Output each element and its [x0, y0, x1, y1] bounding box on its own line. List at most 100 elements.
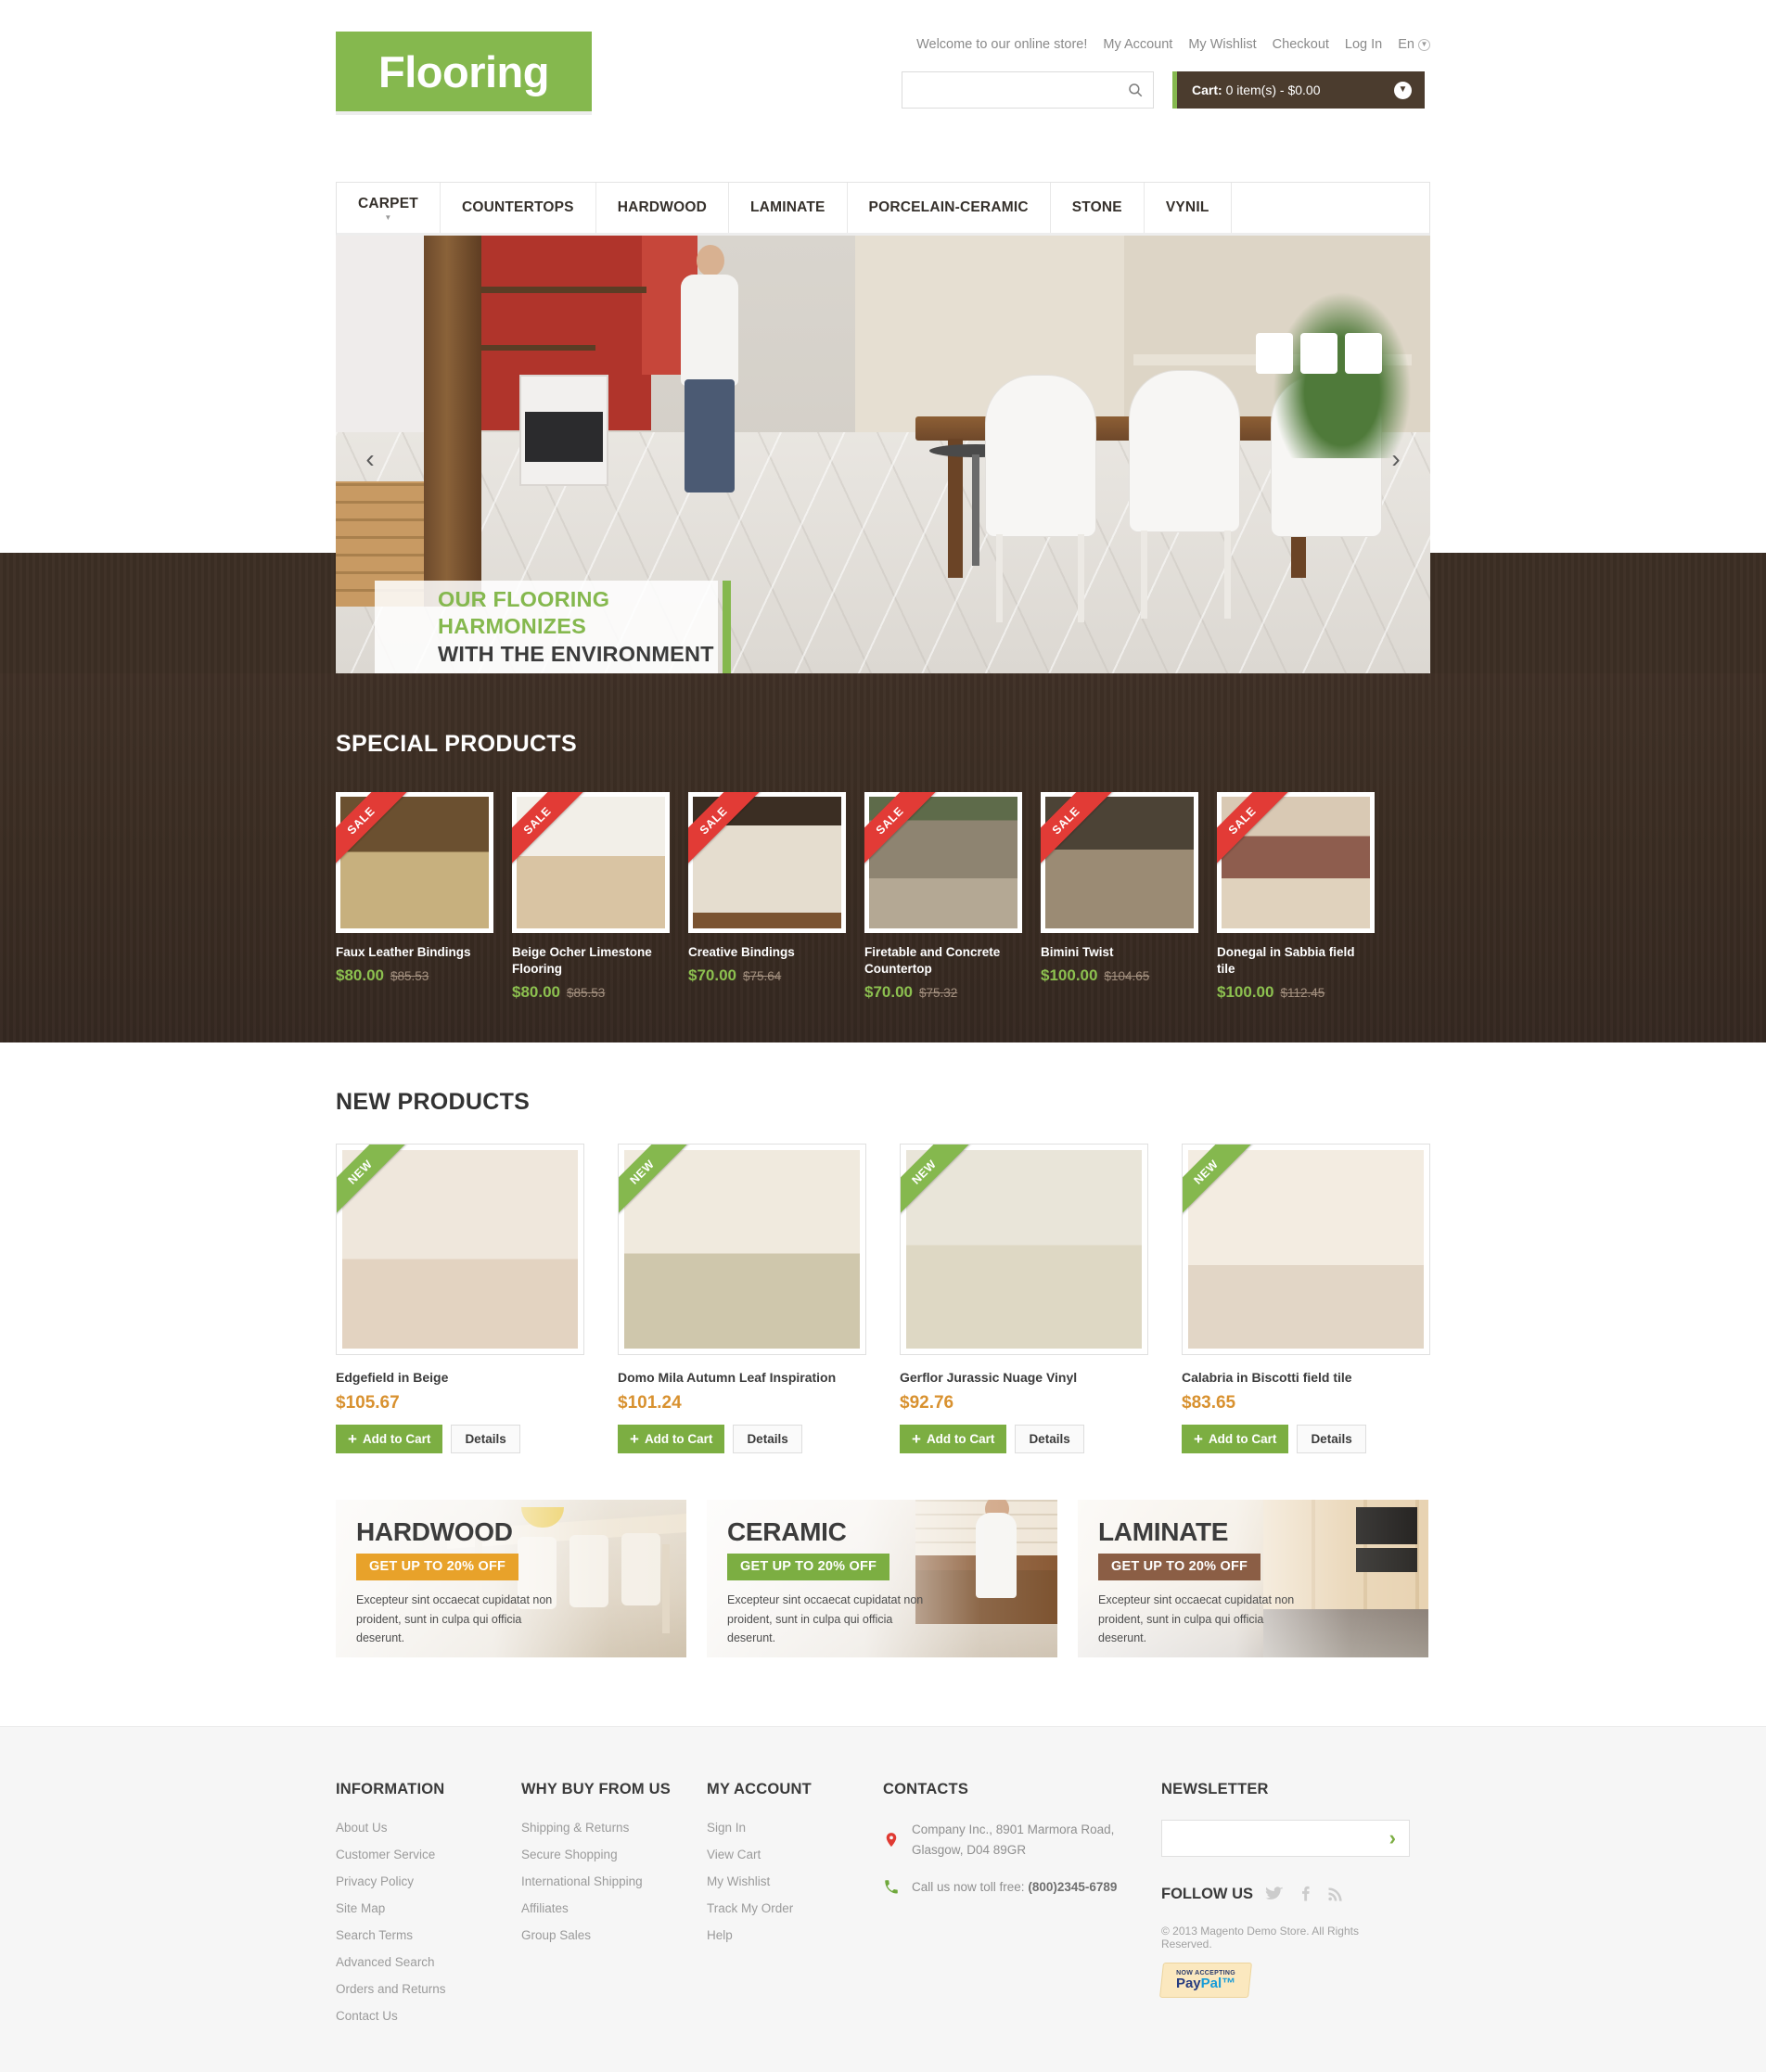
old-price: $75.64 — [743, 969, 782, 984]
footer-title: WHY BUY FROM US — [521, 1781, 671, 1798]
footer-link-customer-service[interactable]: Customer Service — [336, 1848, 435, 1861]
footer-link-shipping-returns[interactable]: Shipping & Returns — [521, 1821, 629, 1835]
product-thumbnail[interactable]: NEW — [618, 1144, 866, 1356]
add-to-cart-button[interactable]: + Add to Cart — [1182, 1425, 1289, 1454]
plus-icon: + — [348, 1430, 357, 1449]
footer-link-orders-and-returns[interactable]: Orders and Returns — [336, 1982, 446, 1996]
nav-item-carpet[interactable]: CARPET ▼ — [337, 183, 441, 233]
new-product-card[interactable]: NEW Domo Mila Autumn Leaf Inspiration $1… — [618, 1144, 866, 1454]
add-to-cart-label: Add to Cart — [926, 1432, 995, 1447]
footer-link-advanced-search[interactable]: Advanced Search — [336, 1955, 435, 1969]
search-icon[interactable] — [1127, 82, 1144, 98]
footer-title: INFORMATION — [336, 1781, 445, 1798]
header-tools: Cart: 0 item(s) - $0.00 ▼ — [902, 71, 1430, 109]
footer-link-help[interactable]: Help — [707, 1928, 733, 1942]
hero-slider: OUR FLOORING HARMONIZES WITH THE ENVIRON… — [336, 236, 1430, 673]
product-thumbnail[interactable]: SALE — [336, 792, 493, 933]
nav-item-porcelain-ceramic[interactable]: PORCELAIN-CERAMIC — [848, 183, 1051, 233]
paypal-badge[interactable]: NOW ACCEPTING PayPal™ — [1159, 1963, 1252, 1999]
footer-link-site-map[interactable]: Site Map — [336, 1901, 385, 1915]
product-image — [906, 1150, 1142, 1349]
product-thumbnail[interactable]: SALE — [1217, 792, 1375, 933]
footer-link-group-sales[interactable]: Group Sales — [521, 1928, 591, 1942]
list-item: Contact Us — [336, 2008, 521, 2025]
product-thumbnail[interactable]: SALE — [864, 792, 1022, 933]
special-price: $100.00 — [1217, 983, 1274, 1002]
details-button[interactable]: Details — [733, 1425, 802, 1454]
top-link-checkout[interactable]: Checkout — [1273, 37, 1329, 52]
special-product-card[interactable]: SALE Bimini Twist $100.00 $104.65 — [1041, 792, 1198, 1002]
top-link-my-wishlist[interactable]: My Wishlist — [1188, 37, 1256, 52]
details-button[interactable]: Details — [1015, 1425, 1084, 1454]
list-item: View Cart — [707, 1847, 883, 1863]
details-button[interactable]: Details — [1297, 1425, 1366, 1454]
language-switcher[interactable]: En ▼ — [1398, 37, 1430, 52]
newsletter-field[interactable]: › — [1161, 1820, 1410, 1858]
nav-item-vynil[interactable]: VYNIL — [1145, 183, 1232, 233]
old-price: $85.53 — [390, 969, 429, 984]
hero-caption: OUR FLOORING HARMONIZES WITH THE ENVIRON… — [375, 581, 731, 673]
footer-link-privacy-policy[interactable]: Privacy Policy — [336, 1874, 414, 1888]
facebook-icon[interactable] — [1296, 1885, 1314, 1903]
product-thumbnail[interactable]: NEW — [1182, 1144, 1430, 1356]
product-thumbnail[interactable]: NEW — [336, 1144, 584, 1356]
details-button[interactable]: Details — [451, 1425, 520, 1454]
footer-link-my-wishlist[interactable]: My Wishlist — [707, 1874, 770, 1888]
footer-link-about-us[interactable]: About Us — [336, 1821, 388, 1835]
add-to-cart-button[interactable]: + Add to Cart — [336, 1425, 443, 1454]
rss-icon[interactable] — [1326, 1885, 1345, 1903]
new-product-card[interactable]: NEW Edgefield in Beige $105.67 + Add to … — [336, 1144, 584, 1454]
hero-prev-arrow-icon[interactable]: ‹ — [354, 443, 386, 475]
product-thumbnail[interactable]: SALE — [688, 792, 846, 933]
language-label: En — [1398, 37, 1414, 52]
product-price: $83.65 — [1182, 1393, 1236, 1413]
footer-link-affiliates[interactable]: Affiliates — [521, 1901, 569, 1915]
nav-item-countertops[interactable]: COUNTERTOPS — [441, 183, 596, 233]
promo-banner-ceramic[interactable]: CERAMIC GET UP TO 20% OFF Excepteur sint… — [707, 1500, 1057, 1658]
special-product-card[interactable]: SALE Donegal in Sabbia field tile $100.0… — [1217, 792, 1375, 1002]
search-input[interactable] — [914, 83, 1127, 97]
footer-link-view-cart[interactable]: View Cart — [707, 1848, 761, 1861]
newsletter-submit-button[interactable]: › — [1388, 1828, 1398, 1848]
product-image — [1188, 1150, 1424, 1349]
special-product-card[interactable]: SALE Firetable and Concrete Countertop $… — [864, 792, 1022, 1002]
product-actions: + Add to Cart Details — [900, 1425, 1148, 1454]
chevron-down-icon[interactable]: ▼ — [1394, 81, 1412, 99]
search-box[interactable] — [902, 71, 1154, 109]
newsletter-email-input[interactable] — [1173, 1831, 1388, 1846]
add-to-cart-button[interactable]: + Add to Cart — [618, 1425, 725, 1454]
add-to-cart-button[interactable]: + Add to Cart — [900, 1425, 1007, 1454]
footer-link-contact-us[interactable]: Contact Us — [336, 2009, 398, 2023]
special-product-card[interactable]: SALE Faux Leather Bindings $80.00 $85.53 — [336, 792, 493, 1002]
cart-button[interactable]: Cart: 0 item(s) - $0.00 ▼ — [1172, 71, 1425, 109]
nav-item-stone[interactable]: STONE — [1051, 183, 1145, 233]
site-logo[interactable]: Flooring — [336, 32, 592, 111]
footer-link-track-my-order[interactable]: Track My Order — [707, 1901, 793, 1915]
new-product-card[interactable]: NEW Calabria in Biscotti field tile $83.… — [1182, 1144, 1430, 1454]
promo-banner-hardwood[interactable]: HARDWOOD GET UP TO 20% OFF Excepteur sin… — [336, 1500, 686, 1658]
list-item: Search Terms — [336, 1927, 521, 1944]
follow-us-row: FOLLOW US — [1161, 1885, 1412, 1903]
nav-item-laminate[interactable]: LAMINATE — [729, 183, 848, 233]
hero-next-arrow-icon[interactable]: › — [1380, 443, 1412, 475]
footer-link-sign-in[interactable]: Sign In — [707, 1821, 746, 1835]
footer-column-newsletter: NEWSLETTER › FOLLOW US © 2013 Magento De… — [1159, 1781, 1412, 2035]
footer-link-search-terms[interactable]: Search Terms — [336, 1928, 413, 1942]
promo-banner-laminate[interactable]: LAMINATE GET UP TO 20% OFF Excepteur sin… — [1078, 1500, 1428, 1658]
footer-link-secure-shopping[interactable]: Secure Shopping — [521, 1848, 618, 1861]
product-thumbnail[interactable]: SALE — [512, 792, 670, 933]
footer-link-international-shipping[interactable]: International Shipping — [521, 1874, 643, 1888]
nav-item-hardwood[interactable]: HARDWOOD — [596, 183, 730, 233]
twitter-icon[interactable] — [1265, 1885, 1284, 1903]
top-link-log-in[interactable]: Log In — [1345, 37, 1382, 52]
product-thumbnail[interactable]: NEW — [900, 1144, 1148, 1356]
contact-phone: Call us now toll free: (800)2345-6789 — [912, 1877, 1117, 1898]
special-product-card[interactable]: SALE Creative Bindings $70.00 $75.64 — [688, 792, 846, 1002]
new-product-card[interactable]: NEW Gerflor Jurassic Nuage Vinyl $92.76 … — [900, 1144, 1148, 1454]
product-thumbnail[interactable]: SALE — [1041, 792, 1198, 933]
promo-badge: GET UP TO 20% OFF — [356, 1554, 519, 1581]
special-product-card[interactable]: SALE Beige Ocher Limestone Flooring $80.… — [512, 792, 670, 1002]
main-navigation: CARPET ▼ COUNTERTOPS HARDWOOD LAMINATE P… — [336, 182, 1430, 236]
top-link-my-account[interactable]: My Account — [1103, 37, 1172, 52]
special-price: $80.00 — [512, 983, 560, 1002]
